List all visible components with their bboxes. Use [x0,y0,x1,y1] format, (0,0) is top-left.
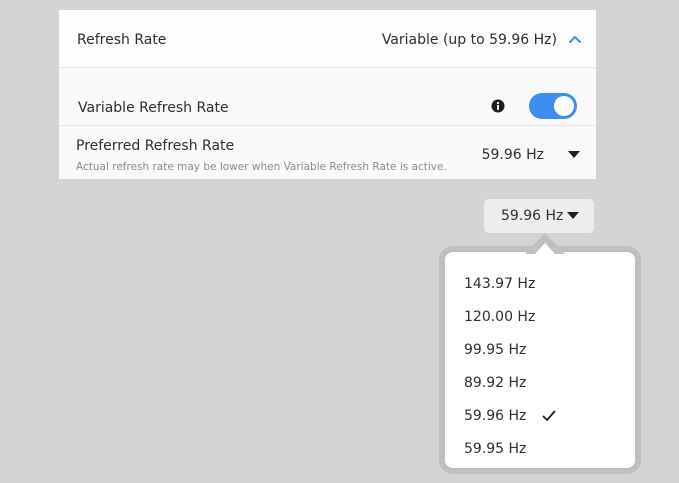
refresh-rate-row[interactable]: Refresh Rate Variable (up to 59.96 Hz) [59,10,596,68]
option-item[interactable]: 120.00 Hz [464,302,634,332]
chevron-up-icon[interactable] [568,34,582,44]
variable-refresh-rate-row: Variable Refresh Rate [59,68,596,126]
option-label: 120.00 Hz [464,309,536,325]
option-label: 59.95 Hz [464,441,527,457]
option-label: 99.95 Hz [464,342,527,358]
caret-down-icon [567,212,579,219]
toggle-knob [554,96,574,116]
caret-down-icon[interactable] [568,151,580,159]
option-item[interactable]: 99.95 Hz [464,335,634,365]
preferred-refresh-rate-subtitle: Actual refresh rate may be lower when Va… [76,161,447,173]
option-label: 143.97 Hz [464,276,536,292]
option-label: 89.92 Hz [464,375,527,391]
option-item[interactable]: 143.97 Hz [464,269,634,299]
popover-arrow [525,233,565,254]
preferred-refresh-rate-label: Preferred Refresh Rate [76,138,235,154]
refresh-rate-dropdown-button[interactable]: 59.96 Hz [484,199,594,233]
option-item-selected[interactable]: 59.96 Hz [464,401,634,431]
refresh-rate-value: Variable (up to 59.96 Hz) [381,32,557,48]
info-icon[interactable] [491,99,505,113]
variable-refresh-rate-label: Variable Refresh Rate [78,100,229,116]
refresh-rate-panel: Refresh Rate Variable (up to 59.96 Hz) V… [59,10,596,179]
preferred-refresh-rate-row[interactable]: Preferred Refresh Rate Actual refresh ra… [59,126,596,179]
refresh-rate-label: Refresh Rate [77,32,167,48]
option-label: 59.96 Hz [464,408,527,424]
check-icon [542,410,556,421]
variable-refresh-rate-toggle[interactable] [529,93,577,119]
refresh-rate-options-popover: 143.97 Hz 120.00 Hz 99.95 Hz 89.92 Hz 59… [439,246,641,474]
option-item[interactable]: 89.92 Hz [464,368,634,398]
dropdown-button-label: 59.96 Hz [501,208,564,224]
preferred-refresh-rate-value[interactable]: 59.96 Hz [482,147,544,163]
option-item[interactable]: 59.95 Hz [464,434,634,464]
